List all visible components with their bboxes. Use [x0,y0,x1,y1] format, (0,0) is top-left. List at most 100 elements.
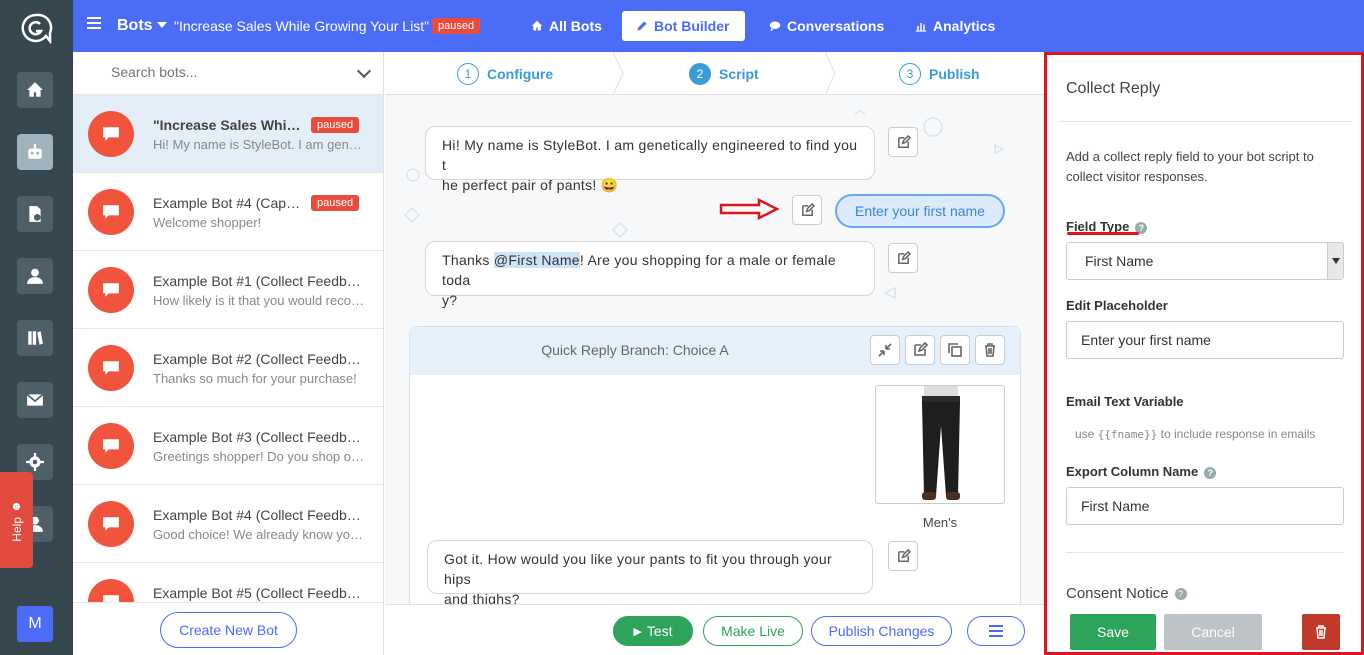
trash-icon [1316,625,1326,639]
bot-list-item[interactable]: Example Bot #3 (Collect Feedback) Greeti… [73,407,383,485]
mail-nav-button[interactable] [17,382,53,418]
create-new-bot-button[interactable]: Create New Bot [160,612,297,648]
library-nav-button[interactable] [17,320,53,356]
edit-icon [897,548,911,562]
edit-branch-button[interactable] [905,335,935,365]
tab-label: Analytics [933,18,996,34]
bot-avatar [88,267,134,313]
status-badge: paused [311,195,360,211]
bot-message[interactable]: Hi! My name is StyleBot. I am geneticall… [425,126,875,193]
email-variable-label: Email Text Variable [1066,394,1184,409]
bot-message[interactable]: Got it. How would you like your pants to… [427,540,873,607]
help-icon[interactable]: ? [1174,588,1187,601]
pages-nav-button[interactable] [17,196,53,232]
delete-branch-button[interactable] [975,335,1005,365]
bot-avatar [88,345,134,391]
step-publish[interactable]: 3 Publish [899,63,980,85]
bot-message[interactable]: Thanks @First Name! Are you shopping for… [425,241,875,308]
chat-icon [769,21,781,32]
tab-conversations[interactable]: Conversations [755,11,898,41]
variable-tag: @First Name [493,252,580,268]
product-card[interactable] [875,385,1005,504]
step-script[interactable]: 2 Script [689,63,759,85]
copy-branch-button[interactable] [940,335,970,365]
step-number: 1 [457,63,479,85]
step-separator-icon [613,52,624,95]
bots-nav-button[interactable] [17,134,53,170]
bot-list-item[interactable]: Example Bot #4 (Collect Feedback) Good c… [73,485,383,563]
bot-list-item[interactable]: Example Bot #1 (Collect Feedback) How li… [73,251,383,329]
consent-notice-label: Consent Notice? [1066,585,1187,602]
edit-message-button[interactable] [888,541,918,571]
label-text: Consent Notice [1066,585,1169,602]
message-text: he perfect pair of pants! 😀 [442,177,619,193]
delete-button[interactable] [1302,614,1340,650]
tab-all-bots[interactable]: All Bots [517,11,616,41]
message-text: y? [442,292,458,308]
user-icon [27,268,43,284]
builder-steps: 1 Configure 2 Script 3 Publish [385,52,1044,95]
search-input[interactable] [111,64,331,80]
product-label: Men's [922,515,958,530]
chat-bubble-icon [103,517,119,531]
edit-icon [801,202,815,216]
script-editor: 1 Configure 2 Script 3 Publish Hi! My name … [385,52,1044,655]
bot-snippet: Greetings shopper! Do you shop often? [153,449,365,464]
user-avatar[interactable]: M [17,606,53,642]
chat-bubble-icon [103,127,119,141]
mail-icon [26,393,44,406]
collapse-icon [878,343,892,357]
step-label: Script [719,66,759,82]
hint-text: to include response in emails [1157,427,1316,441]
email-variable-hint: use {{fname}} to include response in ema… [1075,427,1315,441]
bot-snippet: Welcome shopper! [153,215,262,230]
home-nav-button[interactable] [17,72,53,108]
more-menu-button[interactable] [967,616,1025,646]
app-logo-icon[interactable] [18,12,54,45]
help-icon[interactable]: ? [1204,466,1217,479]
field-type-select[interactable]: First Name [1066,242,1344,280]
tab-label: All Bots [549,18,602,34]
contacts-nav-button[interactable] [17,258,53,294]
save-button[interactable]: Save [1070,614,1156,650]
test-button[interactable]: ▶ Test [613,616,693,646]
step-configure[interactable]: 1 Configure [457,63,553,85]
step-number: 2 [689,63,711,85]
make-live-button[interactable]: Make Live [703,616,803,646]
gear-icon [26,453,44,471]
bot-name: Example Bot #5 (Collect Feedback) [153,585,365,601]
help-tab[interactable]: ☻ Help [0,472,33,568]
edit-message-button[interactable] [888,127,918,157]
chevron-down-icon[interactable] [157,22,167,28]
cancel-button[interactable]: Cancel [1164,614,1262,650]
bot-list-item[interactable]: Example Bot #2 (Collect Feedback) Thanks… [73,329,383,407]
collect-reply-field[interactable]: Enter your first name [835,194,1005,228]
edit-icon [897,134,911,148]
panel-title: Collect Reply [1066,80,1161,97]
export-column-input[interactable]: First Name [1066,487,1344,525]
edit-message-button[interactable] [888,243,918,273]
tab-bot-builder[interactable]: Bot Builder [622,11,745,41]
bot-avatar [88,501,134,547]
pages-icon [29,206,41,222]
current-bot-name: "Increase Sales While Growing Your List" [174,18,430,34]
bot-list-item[interactable]: Example Bot #4 (Capture Leads) paused We… [73,173,383,251]
edit-reply-button[interactable] [792,195,822,225]
chevron-down-icon[interactable] [356,63,372,79]
bot-name: Example Bot #1 (Collect Feedback) [153,273,365,289]
hamburger-menu-icon[interactable] [87,17,101,29]
step-separator-icon [825,52,836,95]
collapse-button[interactable] [870,335,900,365]
publish-changes-button[interactable]: Publish Changes [811,616,952,646]
chevron-down-icon[interactable] [1327,243,1343,279]
section-title[interactable]: Bots [117,17,153,35]
chat-bubble-icon [103,283,119,297]
tab-analytics[interactable]: Analytics [901,11,1009,41]
bot-name: Example Bot #4 (Collect Feedback) [153,507,365,523]
bot-list-item[interactable]: "Increase Sales While Growing Your List"… [73,95,383,173]
bot-name: Example Bot #3 (Collect Feedback) [153,429,365,445]
red-arrow-icon [719,198,779,220]
chat-bubble-icon [103,205,119,219]
step-number: 3 [899,63,921,85]
placeholder-input[interactable]: Enter your first name [1066,321,1344,359]
